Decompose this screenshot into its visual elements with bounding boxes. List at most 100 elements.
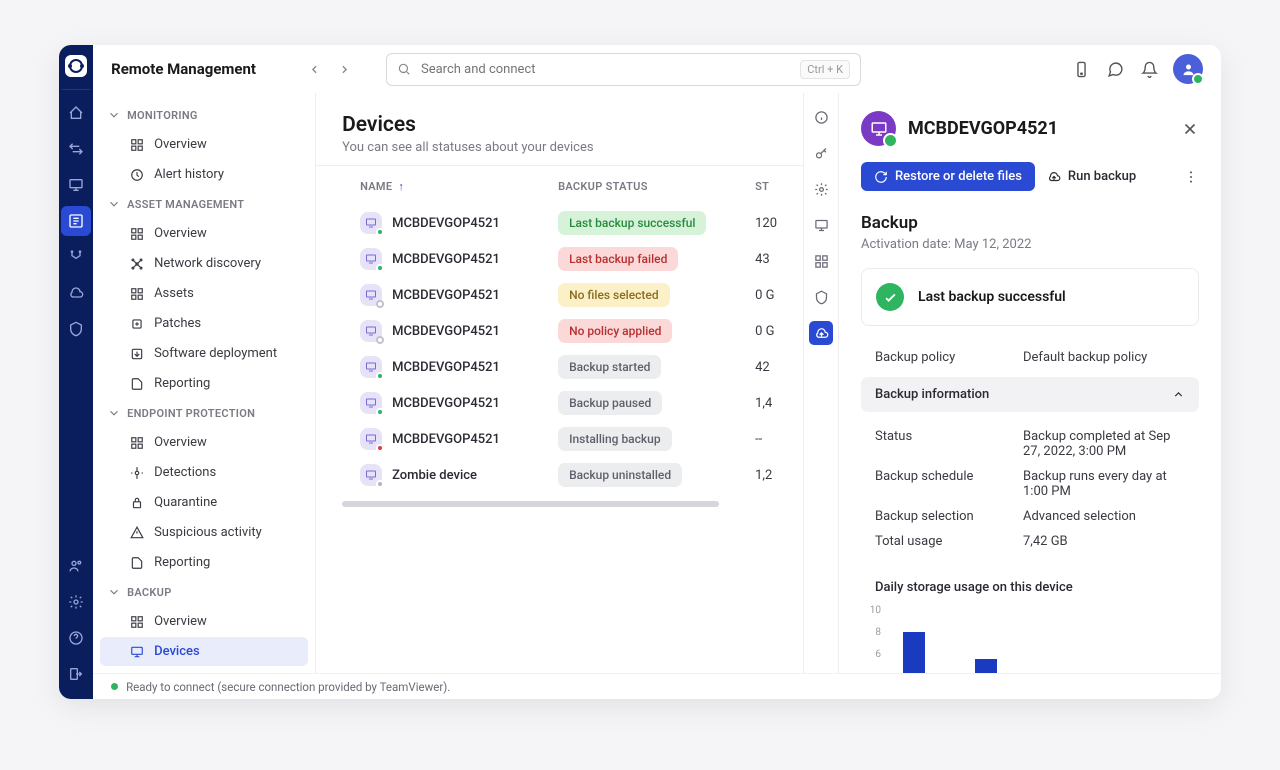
content: Devices You can see all statuses about y…: [316, 93, 803, 673]
content-title: Devices: [342, 113, 777, 137]
run-backup-button[interactable]: Run backup: [1047, 169, 1136, 184]
sort-arrow-icon: ↑: [398, 180, 404, 193]
main-area: Remote Management Ctrl + K MONITORINGOve…: [93, 45, 1221, 699]
device-name: MCBDEVGOP4521: [392, 324, 558, 339]
page-title: Remote Management: [111, 60, 256, 78]
chat-icon[interactable]: [1105, 59, 1125, 79]
shortcut-hint: Ctrl + K: [800, 60, 850, 79]
rail-cloud[interactable]: [61, 278, 91, 308]
device-row[interactable]: MCBDEVGOP4521Installing backup--: [316, 421, 803, 457]
strip-display-icon[interactable]: [809, 213, 833, 237]
info-row: Backup scheduleBackup runs every day at …: [875, 464, 1185, 504]
status-badge: Backup paused: [558, 391, 662, 415]
rail-users[interactable]: [61, 551, 91, 581]
nav-forward[interactable]: [330, 55, 358, 83]
sidebar-item[interactable]: Assets: [100, 279, 308, 308]
nav-rail: [59, 45, 93, 699]
sidebar-item[interactable]: Suspicious activity: [100, 518, 308, 547]
horizontal-scrollbar[interactable]: [342, 501, 777, 511]
device-row[interactable]: MCBDEVGOP4521No files selected0 G: [316, 277, 803, 313]
topbar-right: [1071, 54, 1203, 84]
search-input[interactable]: [421, 62, 790, 77]
restore-button[interactable]: Restore or delete files: [861, 162, 1035, 191]
strip-gear-icon[interactable]: [809, 177, 833, 201]
device-name: MCBDEVGOP4521: [392, 396, 558, 411]
device-row[interactable]: MCBDEVGOP4521Backup paused1,4: [316, 385, 803, 421]
sidebar-item[interactable]: Reporting: [100, 369, 308, 398]
strip-grid-icon[interactable]: [809, 249, 833, 273]
search-bar[interactable]: Ctrl + K: [386, 53, 861, 86]
sidebar-item[interactable]: Reporting: [100, 548, 308, 577]
col-status[interactable]: BACKUP STATUS: [558, 180, 755, 193]
device-name: MCBDEVGOP4521: [392, 216, 558, 231]
rail-backup[interactable]: [61, 206, 91, 236]
activation-date: Activation date: May 12, 2022: [861, 237, 1199, 252]
device-name: MCBDEVGOP4521: [392, 252, 558, 267]
sidebar-group-header[interactable]: MONITORING: [93, 101, 315, 129]
strip-key-icon[interactable]: [809, 141, 833, 165]
device-row[interactable]: Zombie deviceBackup uninstalled1,2: [316, 457, 803, 493]
strip-cloud-icon[interactable]: [809, 321, 833, 345]
close-icon[interactable]: [1181, 120, 1199, 138]
topbar: Remote Management Ctrl + K: [93, 45, 1221, 93]
col-name[interactable]: NAME ↑: [360, 180, 558, 193]
device-row[interactable]: MCBDEVGOP4521No policy applied0 G: [316, 313, 803, 349]
rail-help[interactable]: [61, 623, 91, 653]
sidebar-item[interactable]: Network discovery: [100, 249, 308, 278]
backup-info-accordion[interactable]: Backup information: [861, 377, 1199, 412]
detail-header: MCBDEVGOP4521: [861, 111, 1199, 146]
rail-swap[interactable]: [61, 134, 91, 164]
sidebar-group-header[interactable]: BACKUP: [93, 578, 315, 606]
nav-back[interactable]: [300, 55, 328, 83]
sidebar-item[interactable]: Detections: [100, 458, 308, 487]
bell-icon[interactable]: [1139, 59, 1159, 79]
device-avatar: [861, 111, 896, 146]
search-icon: [397, 62, 411, 76]
status-badge: No files selected: [558, 283, 670, 307]
device-icon: [360, 212, 382, 234]
body: MONITORINGOverviewAlert historyASSET MAN…: [93, 93, 1221, 673]
rail-exit[interactable]: [61, 659, 91, 689]
rail-workflow[interactable]: [61, 242, 91, 272]
policy-label: Backup policy: [875, 350, 1023, 365]
sidebar-item[interactable]: Overview: [100, 428, 308, 457]
device-icon[interactable]: [1071, 59, 1091, 79]
device-icon: [360, 356, 382, 378]
device-row[interactable]: MCBDEVGOP4521Last backup failed43: [316, 241, 803, 277]
sidebar-item[interactable]: Alert history: [100, 160, 308, 189]
sidebar-item[interactable]: Quarantine: [100, 488, 308, 517]
detail-title: MCBDEVGOP4521: [908, 118, 1169, 139]
sidebar-item[interactable]: Overview: [100, 607, 308, 636]
chart-title: Daily storage usage on this device: [875, 580, 1185, 595]
sidebar-item[interactable]: Patches: [100, 309, 308, 338]
rail-home[interactable]: [61, 98, 91, 128]
sidebar-item[interactable]: Overview: [100, 219, 308, 248]
sidebar-item[interactable]: Overview: [100, 130, 308, 159]
device-row[interactable]: MCBDEVGOP4521Backup started42: [316, 349, 803, 385]
device-icon: [360, 320, 382, 342]
sidebar: MONITORINGOverviewAlert historyASSET MAN…: [93, 93, 316, 673]
strip-shield-icon[interactable]: [809, 285, 833, 309]
user-avatar[interactable]: [1173, 54, 1203, 84]
rail-devices[interactable]: [61, 170, 91, 200]
sidebar-item[interactable]: Software deployment: [100, 339, 308, 368]
sidebar-item[interactable]: Devices: [100, 637, 308, 666]
detail-iconstrip: [804, 93, 839, 673]
rail-shield[interactable]: [61, 314, 91, 344]
sidebar-group-header[interactable]: ASSET MANAGEMENT: [93, 190, 315, 218]
rail-settings[interactable]: [61, 587, 91, 617]
info-grid: StatusBackup completed at Sep 27, 2022, …: [861, 422, 1199, 572]
device-icon: [360, 248, 382, 270]
table-header: NAME ↑ BACKUP STATUS ST: [316, 166, 803, 205]
policy-value: Default backup policy: [1023, 350, 1185, 365]
storage-value: --: [755, 432, 762, 447]
device-row[interactable]: MCBDEVGOP4521Last backup successful120: [316, 205, 803, 241]
device-icon: [360, 392, 382, 414]
strip-info-icon[interactable]: [809, 105, 833, 129]
kebab-icon[interactable]: [1183, 169, 1199, 185]
status-badge: Backup uninstalled: [558, 463, 682, 487]
storage-value: 42: [755, 360, 770, 375]
sidebar-group-header[interactable]: ENDPOINT PROTECTION: [93, 399, 315, 427]
device-name: Zombie device: [392, 468, 558, 483]
col-storage[interactable]: ST: [755, 180, 777, 193]
